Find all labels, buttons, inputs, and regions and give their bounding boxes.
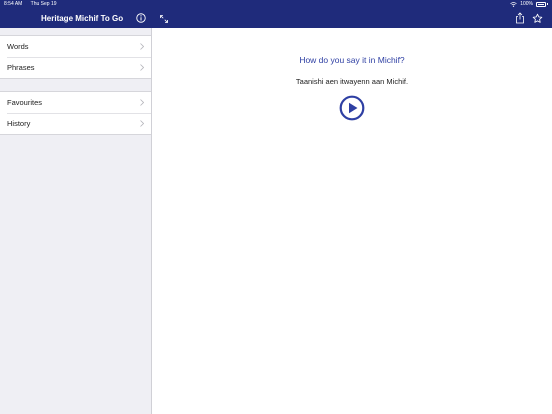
chevron-right-icon (140, 43, 144, 50)
detail-pane: How do you say it in Michif? Taanishi ae… (152, 28, 552, 414)
sidebar: Words Phrases Favourites History (0, 28, 152, 414)
chevron-right-icon (140, 64, 144, 71)
battery-percent: 100% (520, 1, 533, 7)
sidebar-item-label: History (7, 119, 31, 128)
chevron-right-icon (140, 120, 144, 127)
share-button[interactable] (514, 12, 526, 24)
sidebar-group-browse: Words Phrases (0, 35, 151, 79)
sidebar-item-label: Favourites (7, 98, 43, 107)
sidebar-item-words[interactable]: Words (0, 36, 151, 57)
info-icon (135, 12, 146, 23)
status-date: Thu Sep 19 (30, 1, 57, 7)
favourite-button[interactable] (531, 12, 543, 24)
sidebar-item-label: Phrases (7, 63, 35, 72)
app-title: Heritage Michif To Go (41, 14, 124, 23)
phrase-translation: Taanishi aen itwayenn aan Michif. (295, 77, 409, 86)
sidebar-item-label: Words (7, 42, 29, 51)
sidebar-item-phrases[interactable]: Phrases (0, 57, 151, 78)
expand-button[interactable] (158, 13, 169, 24)
status-right: 100% (510, 1, 548, 7)
play-audio-button[interactable] (339, 95, 365, 121)
status-left: 8:54 AM Thu Sep 19 (4, 1, 64, 7)
navigation-bar: 8:54 AM Thu Sep 19 100% Heritage Michif … (0, 0, 552, 28)
battery-tip (547, 3, 548, 5)
battery-icon (536, 1, 546, 7)
chevron-right-icon (140, 99, 144, 106)
status-time: 8:54 AM (4, 1, 23, 7)
sidebar-item-favourites[interactable]: Favourites (0, 92, 151, 113)
sidebar-group-saved: Favourites History (0, 91, 151, 135)
star-icon (532, 13, 542, 23)
play-icon (339, 95, 365, 121)
sidebar-item-history[interactable]: History (0, 113, 151, 134)
wifi-icon (510, 1, 517, 7)
expand-icon (159, 14, 168, 23)
phrase-question: How do you say it in Michif? (299, 55, 405, 65)
share-icon (516, 12, 524, 24)
info-button[interactable] (135, 12, 146, 23)
